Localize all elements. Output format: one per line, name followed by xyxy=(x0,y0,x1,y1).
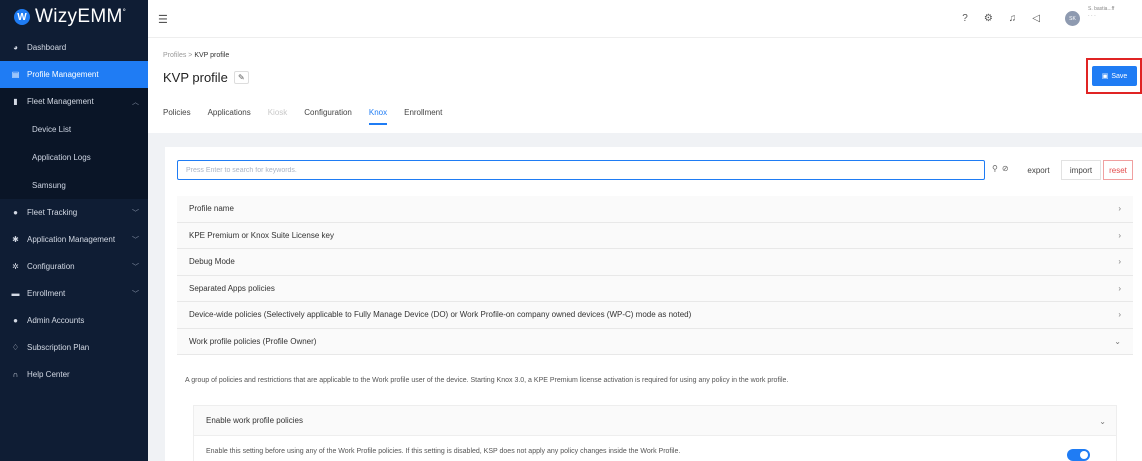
export-button[interactable]: export xyxy=(1019,160,1058,180)
work-profile-description: A group of policies and restrictions tha… xyxy=(177,355,1133,405)
sidebar-item-label: Enrollment xyxy=(27,289,66,298)
policy-accordion: Profile name › KPE Premium or Knox Suite… xyxy=(177,196,1133,461)
chevron-right-icon: › xyxy=(1118,204,1121,213)
enable-work-profile-toggle[interactable] xyxy=(1067,449,1090,461)
menu-toggle-icon[interactable]: ☰ xyxy=(158,13,168,26)
user-icon: ● xyxy=(13,316,18,325)
sidebar-item-subscription-plan[interactable]: ♢ Subscription Plan xyxy=(0,334,148,361)
page-title: KVP profile xyxy=(163,70,228,85)
help-circle-icon[interactable]: ⊘ xyxy=(1002,164,1009,173)
gear-icon: ✲ xyxy=(12,262,19,271)
chevron-right-icon: › xyxy=(1118,257,1121,266)
search-row: ⚲ ⊘ export import reset xyxy=(177,160,1133,180)
chevron-down-icon: ﹀ xyxy=(132,210,139,217)
sidebar-item-label: Subscription Plan xyxy=(27,343,90,352)
sidebar-item-label: Fleet Tracking xyxy=(27,208,78,217)
breadcrumb: Profiles > KVP profile xyxy=(163,52,230,59)
enable-work-profile-description: Enable this setting before using any of … xyxy=(206,447,681,455)
main-content: ⚲ ⊘ export import reset Profile name › K… xyxy=(165,147,1142,461)
sidebar-item-dashboard[interactable]: ◕ Dashboard xyxy=(0,34,148,61)
chevron-down-icon: ﹀ xyxy=(132,291,139,298)
section-license-key[interactable]: KPE Premium or Knox Suite License key › xyxy=(177,222,1133,249)
save-icon: ▣ xyxy=(1101,73,1109,80)
megaphone-icon[interactable]: ◁ xyxy=(1032,13,1040,24)
avatar[interactable]: SK xyxy=(1065,11,1080,26)
title-row: KVP profile ✎ xyxy=(163,70,249,85)
search-icon[interactable]: ⚲ xyxy=(992,164,998,173)
tab-enrollment[interactable]: Enrollment xyxy=(404,108,442,125)
sidebar-item-profile-management[interactable]: ▤ Profile Management xyxy=(0,61,148,88)
sidebar-item-label: Admin Accounts xyxy=(27,316,85,325)
tab-knox[interactable]: Knox xyxy=(368,108,388,125)
section-debug-mode[interactable]: Debug Mode › xyxy=(177,249,1133,276)
chevron-right-icon: › xyxy=(1118,310,1121,319)
file-icon: ▤ xyxy=(11,70,20,79)
pencil-icon: ✎ xyxy=(237,73,245,82)
sidebar-item-label: Application Management xyxy=(27,235,116,244)
diamond-icon: ♢ xyxy=(11,343,20,352)
chevron-down-icon: ﹀ xyxy=(132,237,139,244)
search-input[interactable] xyxy=(177,160,985,180)
chevron-down-icon: ⌄ xyxy=(1114,336,1121,346)
sidebar-item-label: Fleet Management xyxy=(27,97,94,106)
chevron-right-icon: › xyxy=(1118,283,1121,293)
help-icon[interactable]: ? xyxy=(962,13,968,24)
apps-icon: ✱ xyxy=(12,235,19,244)
logo[interactable]: W WizyEMM° xyxy=(0,0,148,34)
sidebar-item-fleet-management[interactable]: ▮ Fleet Management ︿ xyxy=(0,88,148,115)
tab-policies[interactable]: Policies xyxy=(163,108,191,125)
tab-applications[interactable]: Applications xyxy=(208,108,251,125)
section-profile-name[interactable]: Profile name › xyxy=(177,196,1133,223)
work-profile-sub-accordion: Enable work profile policies ⌄ Enable th… xyxy=(193,405,1117,461)
sidebar-item-fleet-tracking[interactable]: ● Fleet Tracking ﹀ xyxy=(0,199,148,226)
section-work-profile-policies[interactable]: Work profile policies (Profile Owner) ⌄ xyxy=(177,328,1133,355)
search-icons: ⚲ ⊘ xyxy=(992,164,1009,173)
page-header: Profiles > KVP profile KVP profile ✎ ▣ S… xyxy=(148,38,1142,133)
enable-work-profile-row: Enable this setting before using any of … xyxy=(193,436,1117,461)
phone-icon: ▮ xyxy=(13,97,18,106)
gauge-icon: ◕ xyxy=(13,43,18,52)
sidebar-item-label: Profile Management xyxy=(27,70,99,79)
sidebar-subitem-device-list[interactable]: Device List xyxy=(0,115,148,143)
user-name[interactable]: S. bastia...ff · · · xyxy=(1088,6,1136,20)
section-separated-apps[interactable]: Separated Apps policies › xyxy=(177,275,1133,302)
tabs: Policies Applications Kiosk Configuratio… xyxy=(163,108,442,125)
settings-icon[interactable]: ⚙ xyxy=(984,13,993,24)
chevron-up-icon: ︿ xyxy=(132,99,139,106)
sidebar-item-label: Dashboard xyxy=(27,43,67,52)
sidebar-subitem-samsung[interactable]: Samsung xyxy=(0,171,148,199)
sidebar-item-enrollment[interactable]: ▬ Enrollment ﹀ xyxy=(0,280,148,307)
app-name: WizyEMM° xyxy=(35,6,127,27)
card-icon: ▬ xyxy=(11,289,20,298)
sidebar-item-admin-accounts[interactable]: ● Admin Accounts xyxy=(0,307,148,334)
headset-icon: ∩ xyxy=(12,370,19,379)
chevron-right-icon: › xyxy=(1118,230,1121,240)
breadcrumb-root[interactable]: Profiles xyxy=(163,52,186,59)
bell-icon[interactable]: ♫ xyxy=(1009,13,1017,24)
chevron-down-icon: ﹀ xyxy=(132,264,139,271)
sidebar-item-configuration[interactable]: ✲ Configuration ﹀ xyxy=(0,253,148,280)
save-button[interactable]: ▣ Save xyxy=(1092,66,1137,86)
sidebar-item-label: Help Center xyxy=(27,370,70,379)
sidebar-item-application-management[interactable]: ✱ Application Management ﹀ xyxy=(0,226,148,253)
breadcrumb-current: KVP profile xyxy=(194,52,230,59)
tab-kiosk: Kiosk xyxy=(267,108,288,117)
chevron-down-icon: ⌄ xyxy=(1099,417,1106,426)
tab-configuration[interactable]: Configuration xyxy=(304,108,352,125)
logo-mark-icon: W xyxy=(14,9,30,25)
reset-button[interactable]: reset xyxy=(1103,160,1133,180)
edit-title-button[interactable]: ✎ xyxy=(233,71,249,84)
sidebar-item-label: Configuration xyxy=(27,262,75,271)
sidebar-item-help-center[interactable]: ∩ Help Center xyxy=(0,361,148,388)
section-enable-work-profile[interactable]: Enable work profile policies ⌄ xyxy=(193,405,1117,436)
sidebar: W WizyEMM° ◕ Dashboard ▤ Profile Managem… xyxy=(0,0,148,461)
section-device-wide-policies[interactable]: Device-wide policies (Selectively applic… xyxy=(177,302,1133,329)
import-button[interactable]: import xyxy=(1061,160,1101,180)
topbar-icons: ? ⚙ ♫ ◁ xyxy=(962,13,1040,24)
topbar: ☰ ? ⚙ ♫ ◁ SK S. bastia...ff · · · xyxy=(148,0,1142,38)
pin-icon: ● xyxy=(13,208,18,217)
sidebar-subitem-application-logs[interactable]: Application Logs xyxy=(0,143,148,171)
